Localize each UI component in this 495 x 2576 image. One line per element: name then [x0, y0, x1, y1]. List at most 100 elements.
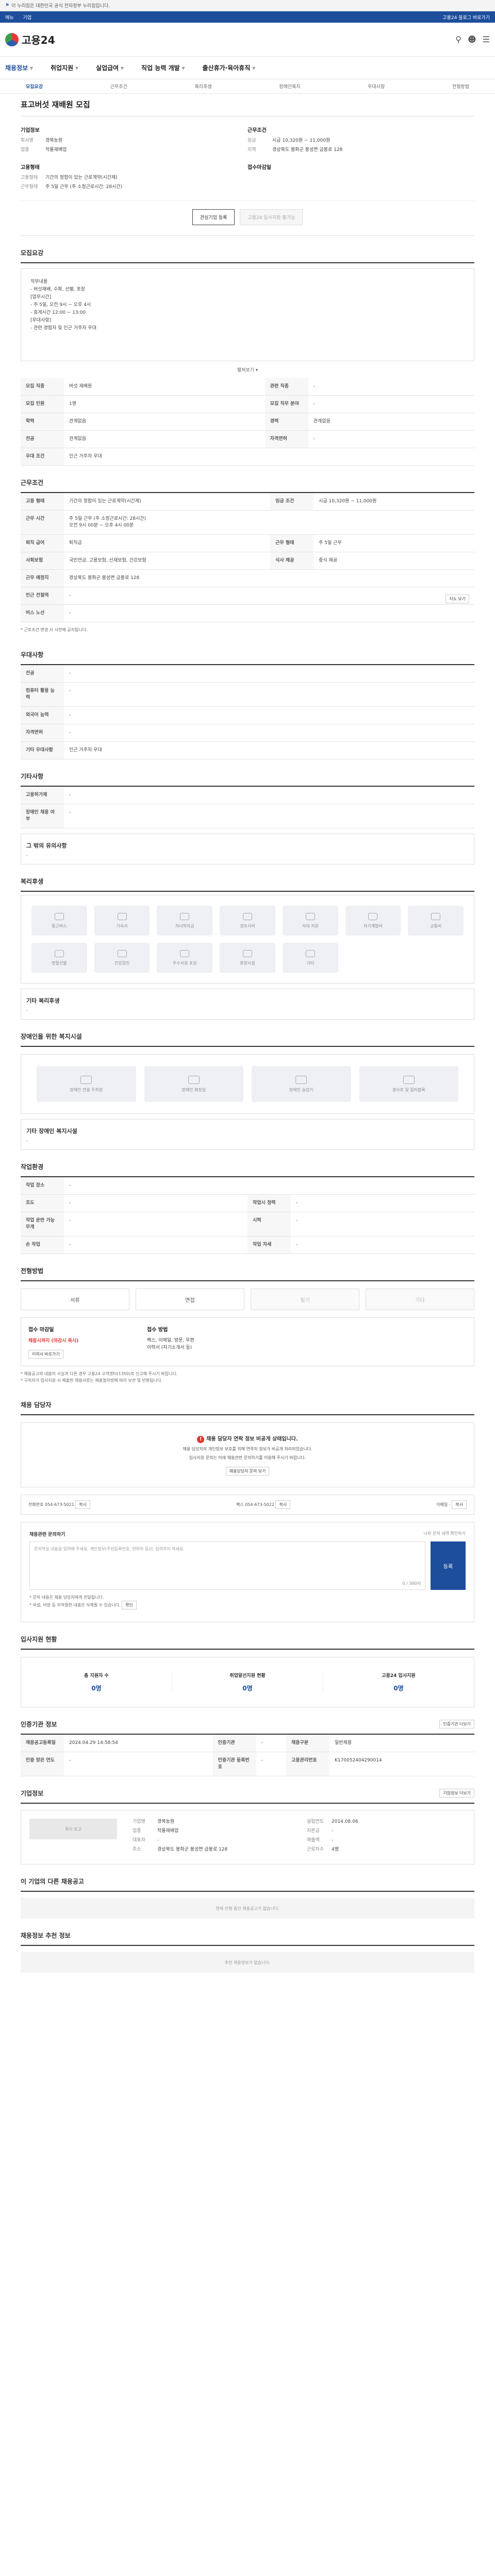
- company-row: 업종 작물재배업: [133, 1828, 179, 1834]
- menu-icon[interactable]: ☰: [483, 35, 490, 44]
- tab-pref[interactable]: 우대사항: [368, 83, 385, 90]
- cell-label: 모집 직종: [21, 378, 64, 396]
- map-button[interactable]: 지도 보기: [446, 595, 469, 603]
- cell-value: 국민연금, 고용보험, 산재보험, 건강보험: [64, 552, 271, 570]
- submit-title: 접수 방법: [147, 1327, 168, 1333]
- copy-fax-button[interactable]: 복사: [275, 1500, 291, 1509]
- cell-value: -: [291, 1212, 474, 1236]
- job-summary: 기업정보 회사명 경북농원 업종 작물재배업 고용형태 고용형태 기간의 정함이 있는…: [21, 116, 474, 201]
- welfare-icon: [54, 950, 64, 957]
- summary-row: 근무형태 주 5일 근무 (주 소정근로시간: 28시간): [21, 184, 123, 190]
- tab-method[interactable]: 전형방법: [452, 83, 469, 90]
- welfare-label: 우수사원 포상: [172, 960, 197, 965]
- cell-value: -: [64, 682, 474, 707]
- env-heading: 작업환경: [21, 1150, 474, 1177]
- blog-link[interactable]: 고용24 블로그 바로가기: [442, 14, 490, 21]
- company-more-button[interactable]: 기업정보 더보기: [439, 1789, 474, 1798]
- cell-label: 경력: [265, 413, 308, 431]
- cell-value: 관계없음: [64, 430, 265, 448]
- cell-value: -: [291, 1236, 474, 1254]
- utility-link-menu[interactable]: 메뉴: [5, 14, 14, 21]
- disabled-item: 장애인 화장실: [144, 1066, 243, 1102]
- method-other[interactable]: 기타: [366, 1289, 474, 1310]
- method-written[interactable]: 필기: [251, 1289, 359, 1310]
- summary-row: 업종 작물재배업: [21, 147, 67, 152]
- table-row: 컴퓨터 활용 능력 -: [21, 682, 474, 707]
- inquiry-confirm-button[interactable]: 확인: [122, 1601, 137, 1609]
- welfare-label: 건강검진: [114, 960, 130, 965]
- info-more-button[interactable]: 인증기관 더보기: [439, 1720, 474, 1728]
- site-logo[interactable]: 고용24: [5, 32, 55, 47]
- tab-work[interactable]: 근무조건: [110, 83, 127, 90]
- facility-icon: [403, 1075, 415, 1084]
- table-row: 고용 형태 기간의 정함이 있는 근로계약(시간제) 임금 조건 시급 10,320원…: [21, 493, 474, 511]
- summary-row: 임금 시급 10,320원 ~ 11,000원: [248, 138, 331, 143]
- cell-value: -: [64, 1236, 248, 1254]
- disabled-item: 장애인 전용 주차장: [37, 1066, 136, 1102]
- cell-value: 관계없음: [308, 413, 474, 431]
- company-row: 매출액 -: [307, 1838, 334, 1843]
- nav-unemployment[interactable]: 실업급여: [96, 63, 124, 72]
- copy-email-button[interactable]: 복사: [452, 1500, 467, 1509]
- method-disclaimer: * 채용공고의 내용이 사실과 다른 경우 고용24 고객센터(1350)로 신…: [21, 1371, 178, 1383]
- recommend-heading: 채용정보 추천 정보: [21, 1919, 474, 1946]
- utility-link-company[interactable]: 기업: [23, 14, 32, 21]
- cell-label: 고용 형태: [21, 493, 64, 511]
- tab-disabled[interactable]: 장애인복지: [279, 83, 300, 90]
- cell-label: 근무 형태: [270, 534, 314, 552]
- cell-label: 전공: [21, 665, 64, 683]
- manager-inquiry-button[interactable]: 채용담당자 문의 보기: [225, 1467, 270, 1476]
- cell-value: -: [308, 395, 474, 413]
- cell-label: 외국어 능력: [21, 706, 64, 724]
- company-logo: 회사 로고: [29, 1819, 117, 1839]
- copy-phone-button[interactable]: 복사: [75, 1500, 90, 1509]
- cell-label: 고용관리번호: [286, 1752, 329, 1776]
- stats-box: 총 지원자 수 0명 취업알선지원 현황 0명 고용24 입사지원 0명: [21, 1657, 474, 1707]
- apply-button[interactable]: 고용24 입사지원 불가능: [240, 209, 303, 225]
- type-label: 고용형태: [21, 165, 40, 171]
- company-row: 기업명 경북농원: [133, 1819, 175, 1824]
- nav-jobs[interactable]: 채용정보: [5, 63, 33, 72]
- table-row: 학력 관계없음 경력 관계없음: [21, 413, 474, 431]
- stats-heading: 입사지원 현황: [21, 1622, 474, 1650]
- welfare-label: 기숙사: [116, 923, 128, 928]
- cell-label: 모집 직무 분야: [265, 395, 308, 413]
- inquiry-textarea[interactable]: 문의하실 내용을 입력해 주세요. 개인정보(주민등록번호, 연락처 등)는 입…: [29, 1541, 425, 1590]
- info-heading: 인증기관 정보 인증기관 더보기: [21, 1707, 474, 1735]
- summary-row: 고용형태 기간의 정함이 있는 근로계약(시간제): [21, 175, 118, 180]
- stat-referral: 취업알선지원 현황 0명: [172, 1672, 323, 1692]
- cell-label: 우대 조건: [21, 448, 64, 466]
- method-interview[interactable]: 면접: [136, 1289, 244, 1310]
- header: 고용24 ⚲ ☻ ☰: [0, 23, 495, 57]
- welfare-label: 식대 지원: [302, 923, 319, 928]
- nav-training[interactable]: 직업 능력 개발: [141, 63, 185, 72]
- cell-value: -: [256, 1752, 286, 1776]
- welfare-item: 자기계발비: [345, 906, 401, 936]
- cell-value: 경상북도 봉화군 봉성면 금봉로 128: [64, 569, 474, 587]
- disabled-label: 장애인 승강기: [289, 1087, 314, 1092]
- user-icon[interactable]: ☻: [468, 35, 476, 44]
- expand-button[interactable]: 펼쳐보기 ▾: [21, 361, 474, 378]
- search-icon[interactable]: ⚲: [455, 35, 461, 44]
- cell-value: 2024.04.29 14:58:54: [64, 1735, 213, 1752]
- interest-button[interactable]: 관심기업 등록: [192, 209, 235, 225]
- cell-value: -: [64, 724, 474, 742]
- resume-button[interactable]: 이력서 바로가기: [28, 1350, 63, 1359]
- cell-value: 기간의 정함이 있는 근로계약(시간제): [64, 493, 271, 511]
- table-row: 퇴직 급여 퇴직금 근무 형태 주 5일 근무: [21, 534, 474, 552]
- tab-welfare[interactable]: 복리후생: [194, 83, 211, 90]
- nav-employment-support[interactable]: 취업지원: [51, 63, 78, 72]
- nav-leave[interactable]: 출산휴가·육아휴직: [203, 63, 256, 72]
- my-inquiry-link[interactable]: 나의 문의 내역 확인하기: [424, 1531, 466, 1537]
- method-document[interactable]: 서류: [21, 1289, 129, 1310]
- cell-value: 퇴직금: [64, 534, 271, 552]
- disabled-label: 경사로 및 점자블록: [392, 1087, 425, 1092]
- cell-label: 자격면허: [265, 430, 308, 448]
- cell-label: 인증기관 등록번호: [212, 1752, 256, 1776]
- cell-label: 고용허가제: [21, 787, 64, 804]
- tab-recruit[interactable]: 모집요강: [26, 83, 43, 90]
- inquiry-submit-button[interactable]: 등록: [431, 1541, 466, 1590]
- logo-text: 고용24: [22, 34, 55, 46]
- table-row: 사회보험 국민연금, 고용보험, 산재보험, 건강보험 식사 제공 중식 제공: [21, 552, 474, 570]
- cell-label: 작업 운반 가능 무게: [21, 1212, 64, 1236]
